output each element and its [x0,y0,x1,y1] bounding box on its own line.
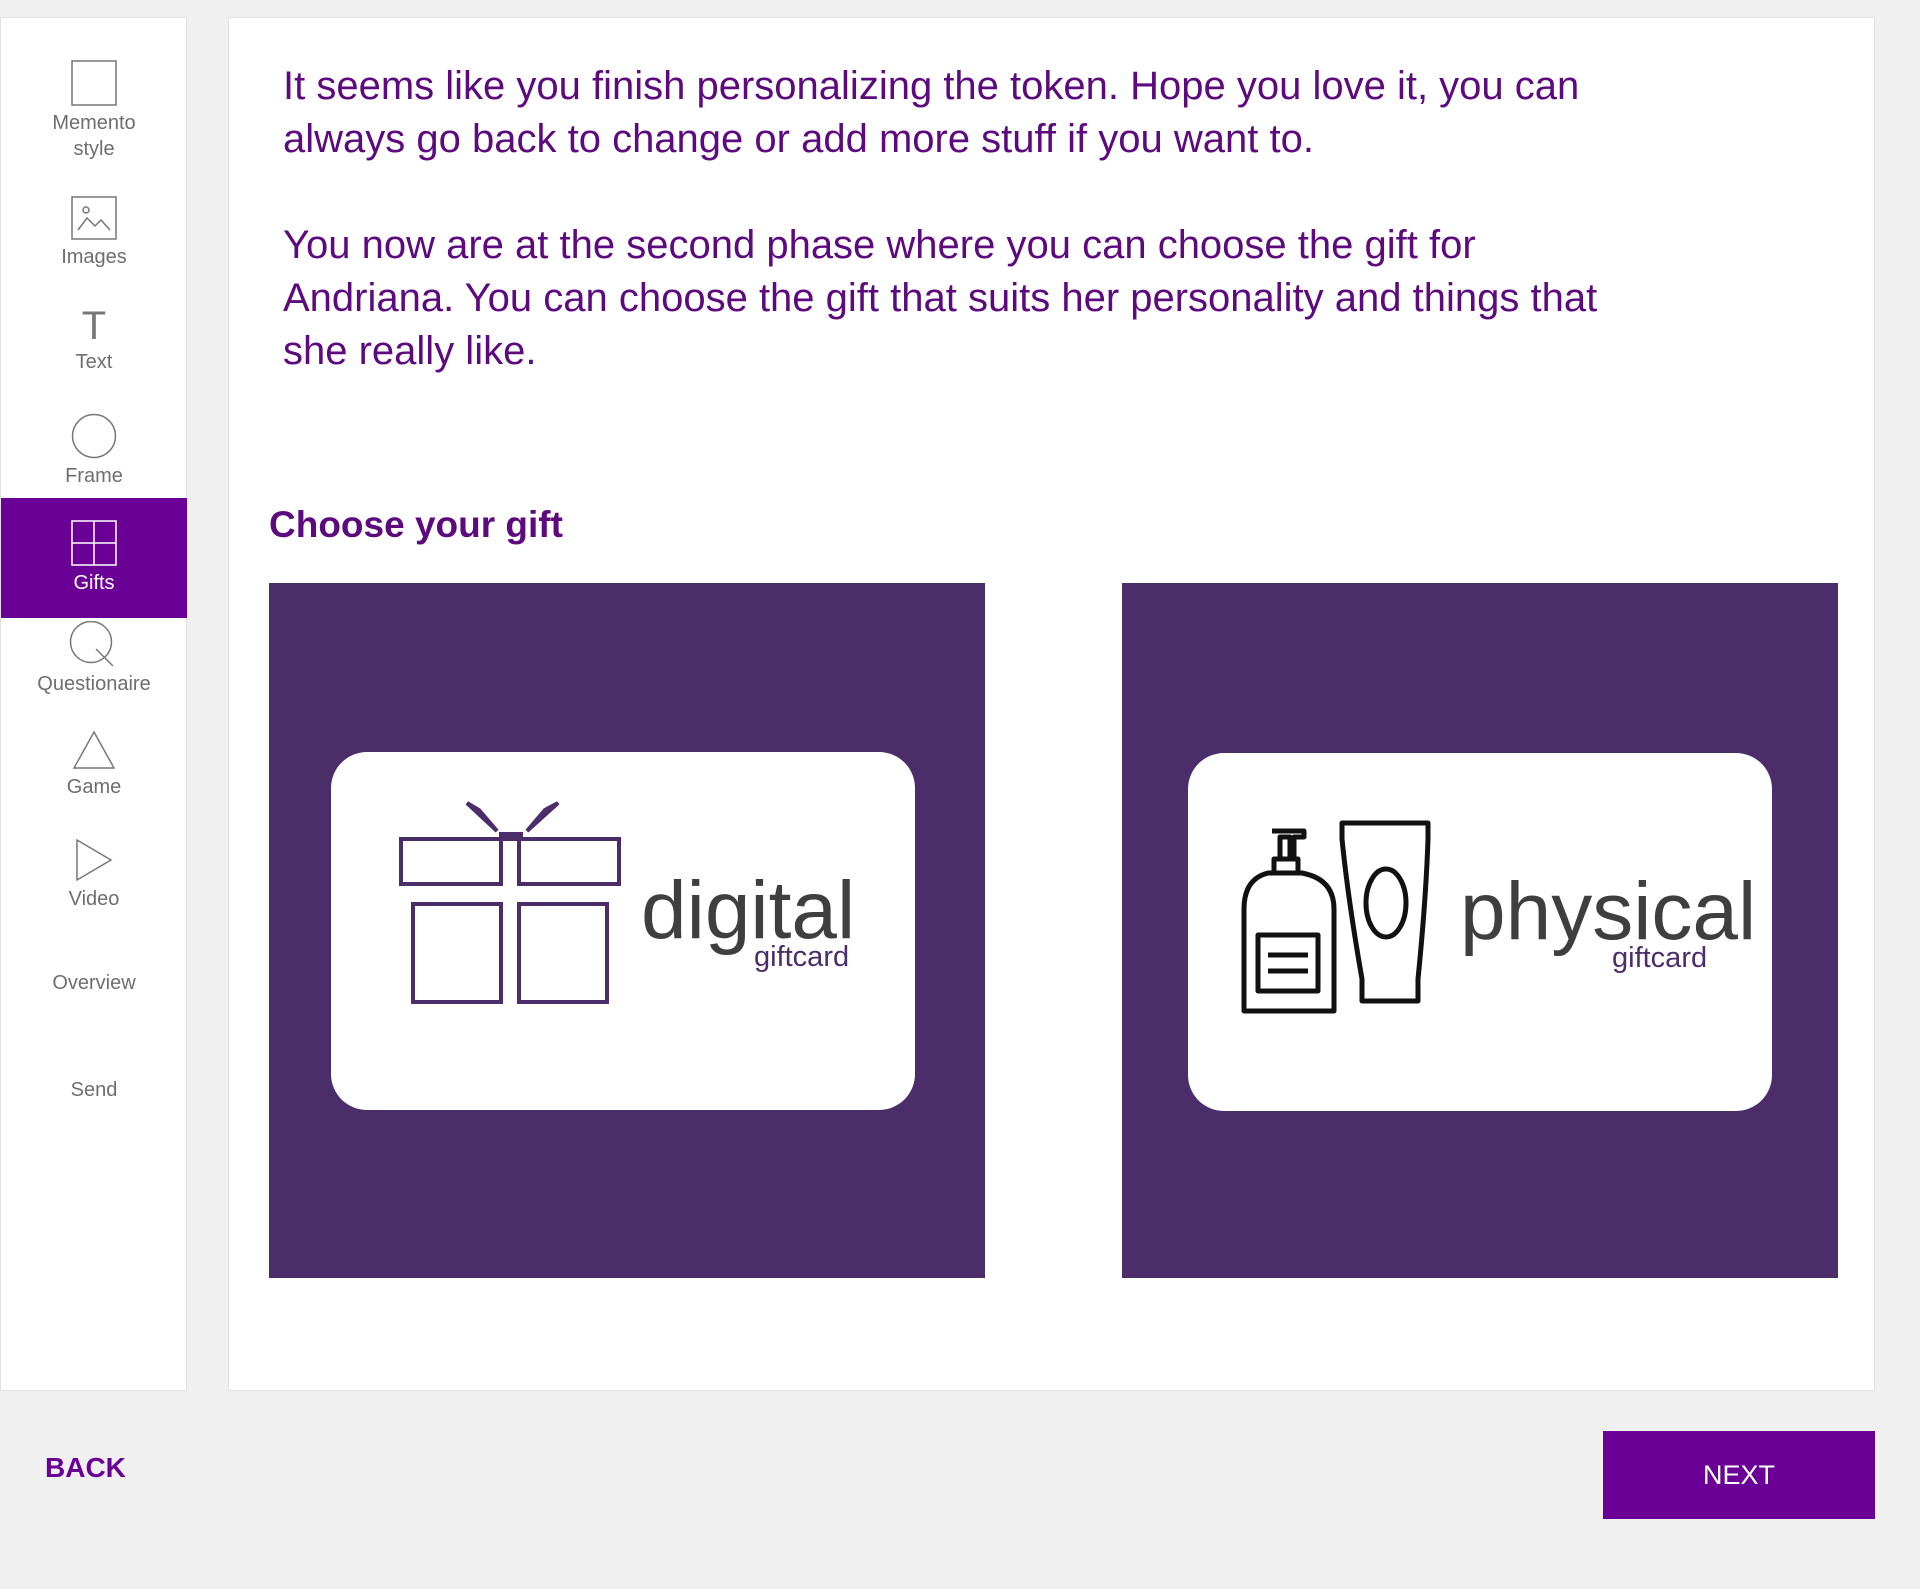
gift-option-physical[interactable]: physical giftcard [1122,583,1838,1278]
gift-card-title: physical [1460,866,1757,957]
sidebar-item-label: Frame [65,465,123,487]
circle-icon [71,413,117,459]
sidebar-item-label: Send [70,1079,118,1101]
sidebar-item-label: Game [66,776,122,798]
main-panel: It seems like you finish personalizing t… [228,17,1875,1391]
gift-card-title: digital [641,865,856,956]
sidebar-item-send[interactable]: Send [1,1077,187,1117]
square-icon [71,60,117,106]
magnifier-icon [69,621,114,667]
intro-paragraph: It seems like you finish personalizing t… [283,64,1580,161]
gift-option-digital[interactable]: digital giftcard [269,583,985,1278]
sidebar-item-memento-style[interactable]: Memento style [1,60,187,180]
intro-paragraph: You now are at the second phase where yo… [283,223,1598,373]
next-button[interactable]: NEXT [1603,1431,1875,1519]
choose-gift-heading: Choose your gift [269,504,563,545]
sidebar-item-label: Images [61,246,127,268]
gift-card: physical giftcard [1188,753,1772,1111]
toiletries-icon [1241,820,1431,1014]
sidebar: Memento style Images T Text Frame Gifts [0,17,187,1391]
back-button[interactable]: BACK [45,1452,126,1484]
text-icon: T [82,305,106,345]
grid-icon [71,520,117,566]
sidebar-item-video[interactable]: Video [1,838,187,938]
sidebar-item-text[interactable]: T Text [1,305,187,405]
sidebar-item-images[interactable]: Images [1,196,187,296]
play-icon [76,838,113,882]
svg-text:T: T [82,305,106,345]
sidebar-item-game[interactable]: Game [1,730,187,830]
sidebar-item-questionaire[interactable]: Questionaire [1,621,187,721]
gift-card: digital giftcard [331,752,915,1110]
sidebar-item-label: Video [68,888,120,910]
intro-text: It seems like you finish personalizing t… [283,60,1623,378]
sidebar-item-label: Questionaire [37,673,151,695]
sidebar-item-overview[interactable]: Overview [1,970,187,1010]
image-icon [71,196,117,240]
triangle-icon [72,730,116,769]
sidebar-item-gifts[interactable]: Gifts [1,498,187,618]
gift-card-subtitle: giftcard [754,941,850,973]
sidebar-item-label: Overview [52,972,136,994]
gift-box-icon [399,801,621,1004]
gift-card-subtitle: giftcard [1612,942,1708,974]
sidebar-item-label: Memento style [52,112,136,160]
sidebar-item-label: Text [75,351,113,373]
sidebar-item-label: Gifts [73,572,115,594]
